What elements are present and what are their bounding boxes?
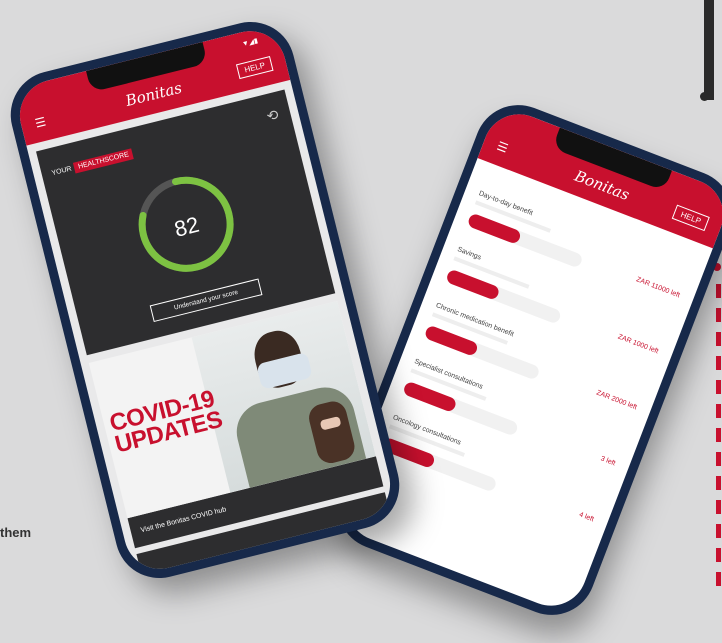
status-icons: ▼◢▮ [241, 37, 259, 49]
benefit-amount: 4 left [578, 511, 595, 524]
decorative-bar [704, 0, 714, 100]
phone-benefits: ☰ Bonitas HELP Day-to-day benefit ZAR 110… [324, 92, 722, 628]
benefit-amount: ZAR 2000 left [595, 389, 638, 412]
benefit-amount: 3 left [599, 455, 617, 468]
healthscore-screen: ▼◢▮ ☰ Bonitas HELP YOURHEALTHSCORE ⟲ 82 … [12, 23, 398, 577]
history-icon[interactable]: ⟲ [265, 106, 280, 125]
healthscore-label: YOURHEALTHSCORE [51, 148, 135, 177]
benefit-amount: ZAR 1000 left [616, 333, 660, 356]
side-text: them [0, 525, 32, 540]
phone-healthscore: ▼◢▮ ☰ Bonitas HELP YOURHEALTHSCORE ⟲ 82 … [1, 12, 409, 588]
covid-title: COVID-19 UPDATES [106, 385, 225, 459]
understand-score-button[interactable]: Understand your score [149, 278, 263, 323]
benefits-screen: ☰ Bonitas HELP Day-to-day benefit ZAR 110… [336, 103, 722, 617]
benefit-amount: ZAR 11000 left [635, 276, 681, 300]
decorative-dot-dark [700, 92, 709, 101]
